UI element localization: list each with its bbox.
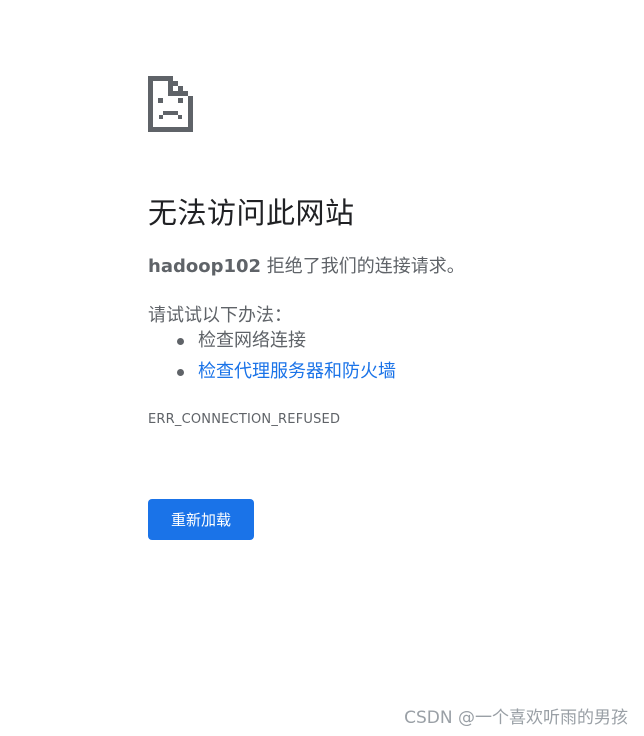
page-title: 无法访问此网站 bbox=[148, 196, 355, 230]
bullet-icon bbox=[177, 338, 184, 345]
host-name: hadoop102 bbox=[148, 256, 262, 277]
suggestions-list: 检查网络连接 检查代理服务器和防火墙 bbox=[148, 328, 396, 390]
list-item: 检查网络连接 bbox=[148, 328, 396, 359]
error-page-content: 无法访问此网站 hadoop102 拒绝了我们的连接请求。 请试试以下办法： 检… bbox=[148, 76, 618, 540]
list-item: 检查代理服务器和防火墙 bbox=[148, 359, 396, 390]
suggestions-heading: 请试试以下办法： bbox=[148, 305, 292, 326]
bullet-icon bbox=[177, 369, 184, 376]
sad-page-icon bbox=[148, 76, 193, 132]
summary-text: 拒绝了我们的连接请求。 bbox=[261, 256, 465, 277]
error-summary: hadoop102 拒绝了我们的连接请求。 bbox=[148, 252, 465, 278]
suggestion-check-network: 检查网络连接 bbox=[198, 330, 306, 351]
watermark: CSDN @一个喜欢听雨的男孩 bbox=[404, 708, 628, 728]
reload-button[interactable]: 重新加载 bbox=[148, 499, 254, 540]
error-code: ERR_CONNECTION_REFUSED bbox=[148, 412, 341, 427]
check-proxy-firewall-link[interactable]: 检查代理服务器和防火墙 bbox=[198, 361, 396, 382]
